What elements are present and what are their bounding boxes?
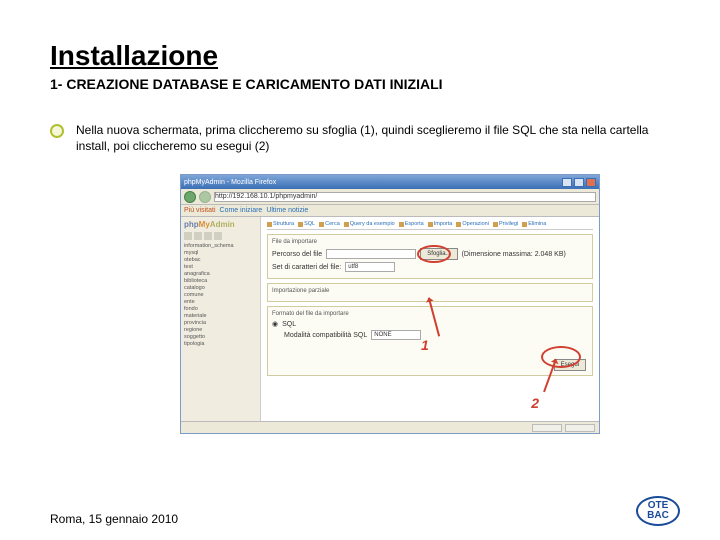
sql-radio[interactable]: ◉: [272, 320, 278, 328]
phpmyadmin-logo: phpMyAdmin: [184, 220, 257, 229]
sql-icon[interactable]: [194, 232, 202, 240]
slide-title: Installazione: [50, 40, 680, 72]
bullet-icon: [50, 124, 64, 138]
body-text: Nella nuova schermata, prima cliccheremo…: [76, 122, 680, 154]
maximize-icon[interactable]: [574, 178, 584, 187]
address-bar[interactable]: http://192.168.10.1/phpmyadmin/: [214, 192, 596, 202]
list-item[interactable]: anagrafica: [184, 271, 257, 277]
browser-toolbar: http://192.168.10.1/phpmyadmin/: [181, 189, 599, 205]
help-icon[interactable]: [204, 232, 212, 240]
import-legend: File da importare: [272, 239, 588, 245]
charset-label: Set di caratteri del file:: [272, 264, 341, 271]
tab-elimina[interactable]: Elimina: [522, 221, 546, 227]
charset-select[interactable]: utf8: [345, 262, 395, 272]
list-item[interactable]: catalogo: [184, 285, 257, 291]
tab-bar: Struttura SQL Cerca Query da esempio Esp…: [267, 221, 593, 230]
tab-operazioni[interactable]: Operazioni: [456, 221, 489, 227]
list-item[interactable]: fondo: [184, 306, 257, 312]
list-item[interactable]: tipologia: [184, 341, 257, 347]
tab-cerca[interactable]: Cerca: [319, 221, 340, 227]
home-icon[interactable]: [184, 232, 192, 240]
status-segment: [565, 424, 595, 432]
window-buttons: [562, 178, 596, 187]
list-item[interactable]: mysql: [184, 250, 257, 256]
file-input[interactable]: [326, 249, 416, 259]
tab-query[interactable]: Query da esempio: [344, 221, 395, 227]
bookmark-bar: Più visitati Come iniziare Ultime notizi…: [181, 205, 599, 217]
status-segment: [532, 424, 562, 432]
list-item[interactable]: regione: [184, 327, 257, 333]
bookmark-item[interactable]: Come iniziare: [220, 207, 263, 214]
bullet-item: Nella nuova schermata, prima cliccheremo…: [50, 122, 680, 154]
annotation-number-2: 2: [531, 395, 539, 411]
list-item[interactable]: provincia: [184, 320, 257, 326]
footer-date: Roma, 15 gennaio 2010: [50, 512, 178, 526]
list-item[interactable]: ente: [184, 299, 257, 305]
tab-esporta[interactable]: Esporta: [399, 221, 424, 227]
import-fieldset: File da importare Percorso del file Sfog…: [267, 234, 593, 279]
bookmark-item[interactable]: Ultime notizie: [266, 207, 308, 214]
pma-main: Struttura SQL Cerca Query da esempio Esp…: [261, 217, 599, 421]
slide-subtitle: 1- CREAZIONE DATABASE E CARICAMENTO DATI…: [50, 76, 680, 92]
sql-mode-select[interactable]: NONE: [371, 330, 421, 340]
max-size-label: (Dimensione massima: 2.048 KB): [462, 251, 566, 258]
list-item[interactable]: test: [184, 264, 257, 270]
slide-footer: Roma, 15 gennaio 2010 OTE BAC: [50, 496, 680, 526]
list-item[interactable]: otebac: [184, 257, 257, 263]
tab-privilegi[interactable]: Privilegi: [493, 221, 518, 227]
minimize-icon[interactable]: [562, 178, 572, 187]
tab-sql[interactable]: SQL: [298, 221, 315, 227]
database-list: information_schema mysql otebac test ana…: [184, 243, 257, 347]
pma-sidebar: phpMyAdmin information_schema mysql oteb…: [181, 217, 261, 421]
list-item[interactable]: materiale: [184, 313, 257, 319]
format-fieldset: Formato del file da importare ◉ SQL Moda…: [267, 306, 593, 376]
list-item[interactable]: biblioteca: [184, 278, 257, 284]
list-item[interactable]: information_schema: [184, 243, 257, 249]
format-legend: Formato del file da importare: [272, 311, 588, 317]
sfoglia-button[interactable]: Sfoglia...: [420, 248, 457, 260]
logout-icon[interactable]: [214, 232, 222, 240]
window-titlebar: phpMyAdmin - Mozilla Firefox: [181, 175, 599, 189]
otebac-logo: OTE BAC: [636, 496, 680, 526]
list-item[interactable]: soggetto: [184, 334, 257, 340]
browser-statusbar: [181, 421, 599, 433]
sidebar-icons: [184, 232, 257, 240]
bookmark-item[interactable]: Più visitati: [184, 207, 216, 214]
forward-icon[interactable]: [199, 191, 211, 203]
back-icon[interactable]: [184, 191, 196, 203]
list-item[interactable]: comune: [184, 292, 257, 298]
tab-importa[interactable]: Importa: [428, 221, 453, 227]
file-label: Percorso del file: [272, 251, 322, 258]
window-title-text: phpMyAdmin - Mozilla Firefox: [184, 179, 276, 186]
embedded-screenshot: phpMyAdmin - Mozilla Firefox http://192.…: [180, 174, 600, 434]
sql-opts-label: Modalità compatibilità SQL: [284, 332, 367, 339]
sql-radio-label: SQL: [282, 321, 296, 328]
annotation-number-1: 1: [421, 337, 429, 353]
tab-struttura[interactable]: Struttura: [267, 221, 294, 227]
close-icon[interactable]: [586, 178, 596, 187]
